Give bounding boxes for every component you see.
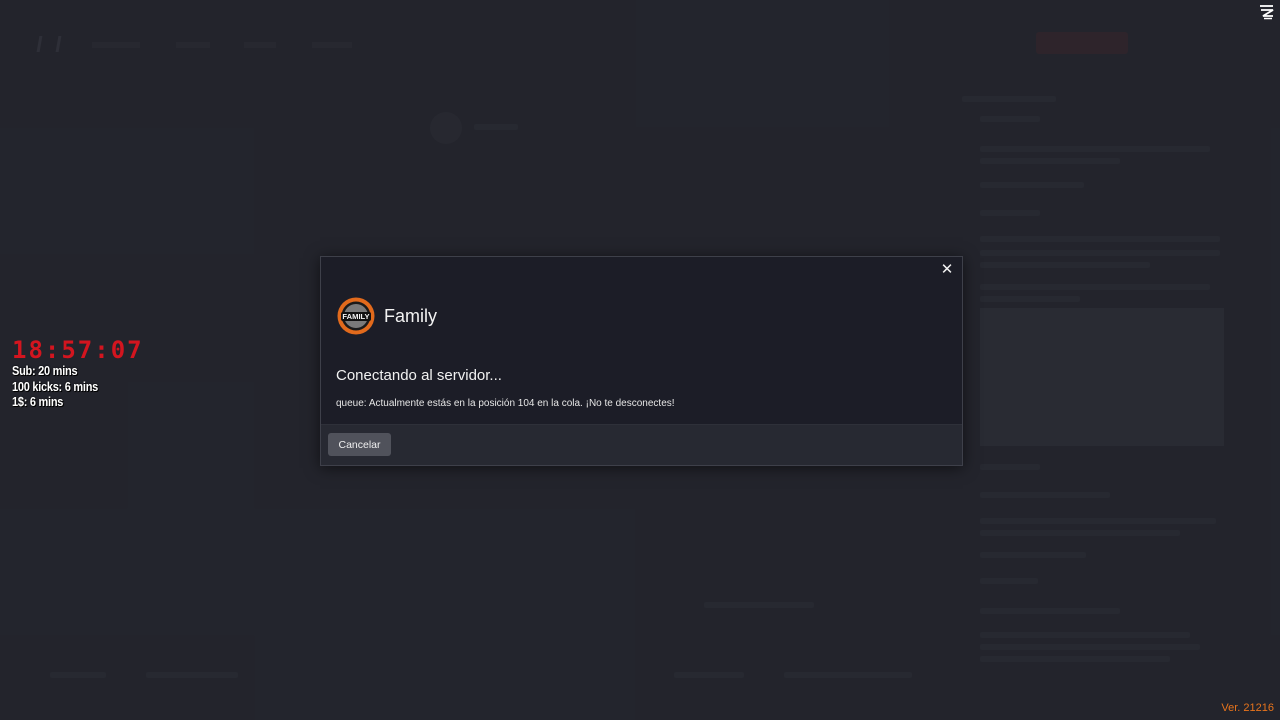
server-header: FAMILY Family bbox=[337, 297, 437, 335]
cancel-button[interactable]: Cancelar bbox=[328, 433, 391, 456]
close-icon: ✕ bbox=[940, 261, 954, 278]
stream-timer: 18:57:07 Sub: 20 mins 100 kicks: 6 mins … bbox=[12, 336, 144, 411]
connecting-dialog: ✕ FAMILY Family Conectando al servidor..… bbox=[320, 256, 963, 466]
connecting-title: Conectando al servidor... bbox=[336, 367, 502, 384]
queue-message: queue: Actualmente estás en la posición … bbox=[336, 398, 675, 409]
close-button[interactable]: ✕ bbox=[939, 261, 955, 279]
timer-clock: 18:57:07 bbox=[12, 336, 144, 364]
timer-kicks-line: 100 kicks: 6 mins bbox=[12, 379, 99, 394]
server-logo-icon: FAMILY bbox=[337, 297, 375, 335]
timer-sub-line: Sub: 20 mins bbox=[12, 364, 78, 378]
version-label: Ver. 21216 bbox=[1221, 702, 1274, 714]
timer-dollar-line: 1$: 6 mins bbox=[12, 395, 64, 409]
dialog-footer: Cancelar bbox=[321, 424, 962, 465]
server-name: Family bbox=[384, 305, 437, 326]
layers-icon[interactable] bbox=[1258, 4, 1276, 20]
server-logo-text: FAMILY bbox=[342, 312, 369, 321]
